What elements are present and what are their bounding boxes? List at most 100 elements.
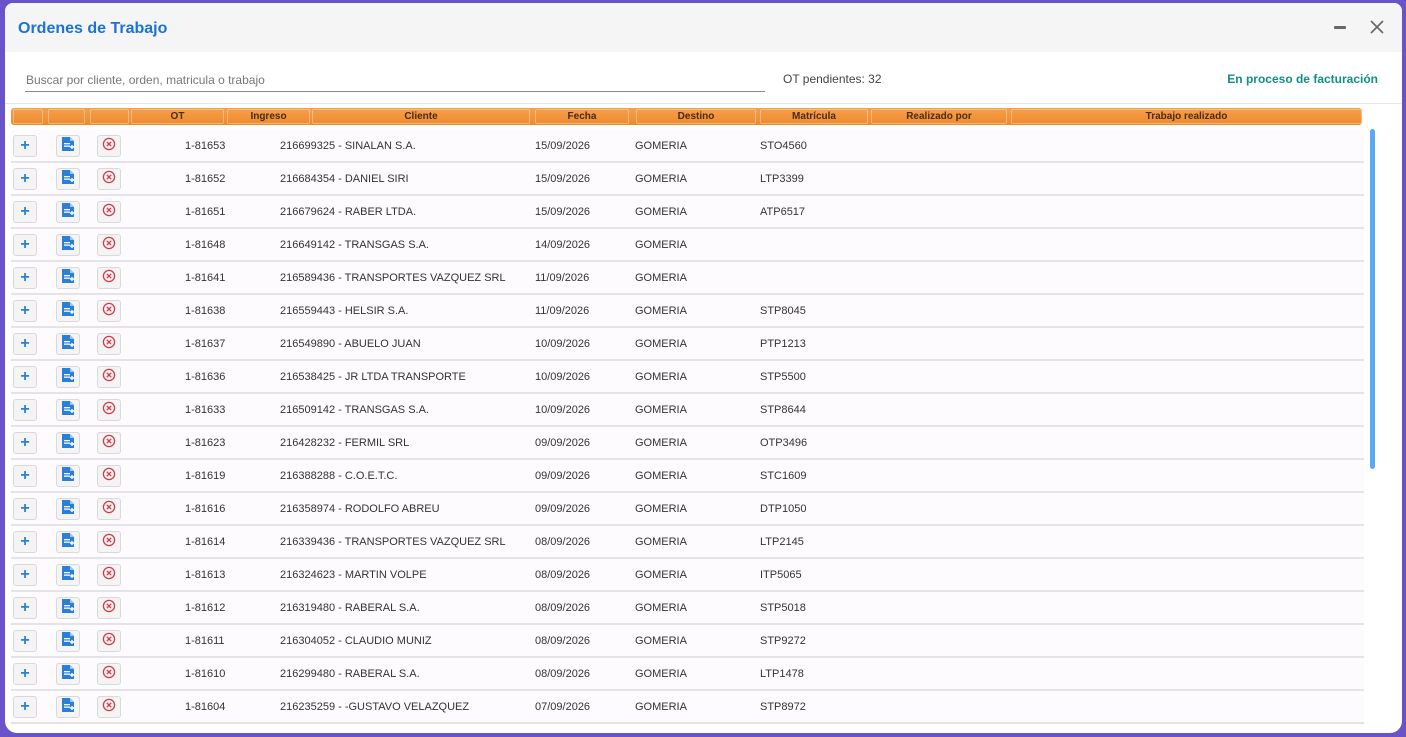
add-button[interactable]: + xyxy=(13,234,37,256)
add-button[interactable]: + xyxy=(13,333,37,355)
column-header-1[interactable] xyxy=(13,109,43,124)
vertical-scrollbar[interactable] xyxy=(1370,129,1375,469)
add-button[interactable]: + xyxy=(13,696,37,718)
table-row[interactable]: +1-81613 216324623 - MARTIN VOLPE 08/09/20… xyxy=(11,559,1364,592)
cell-destino: GOMERIA xyxy=(635,701,687,713)
cancel-button[interactable] xyxy=(97,267,121,289)
column-header-10[interactable]: Realizado por xyxy=(871,109,1007,124)
document-button[interactable] xyxy=(56,201,80,223)
add-button[interactable]: + xyxy=(13,663,37,685)
document-button[interactable] xyxy=(56,333,80,355)
add-button[interactable]: + xyxy=(13,168,37,190)
document-button[interactable] xyxy=(56,531,80,553)
document-button[interactable] xyxy=(56,498,80,520)
close-button[interactable] xyxy=(1367,17,1387,37)
cancel-circle-icon xyxy=(102,236,116,255)
table-row[interactable]: +1-81652 216684354 - DANIEL SIRI 15/09/202… xyxy=(11,163,1364,196)
document-button[interactable] xyxy=(56,465,80,487)
table-row[interactable]: +1-81653 216699325 - SINALAN S.A. 15/09/20… xyxy=(11,130,1364,163)
add-button[interactable]: + xyxy=(13,597,37,619)
table-row[interactable]: +1-81633 216509142 - TRANSGAS S.A. 10/09/2… xyxy=(11,394,1364,427)
cancel-button[interactable] xyxy=(97,333,121,355)
add-button[interactable]: + xyxy=(13,300,37,322)
document-button[interactable] xyxy=(56,399,80,421)
cancel-button[interactable] xyxy=(97,432,121,454)
table-row[interactable]: +1-81623 216428232 - FERMIL SRL 09/09/2026… xyxy=(11,427,1364,460)
cancel-button[interactable] xyxy=(97,201,121,223)
window-title: Ordenes de Trabajo xyxy=(18,20,168,37)
cell-ingreso: 216549890 - ABUELO JUAN xyxy=(280,338,421,350)
cancel-button[interactable] xyxy=(97,234,121,256)
plus-icon: + xyxy=(20,302,30,319)
column-header-6[interactable]: Cliente xyxy=(312,109,530,124)
add-button[interactable]: + xyxy=(13,498,37,520)
add-button[interactable]: + xyxy=(13,630,37,652)
table-row[interactable]: +1-81637 216549890 - ABUELO JUAN 10/09/202… xyxy=(11,328,1364,361)
add-button[interactable]: + xyxy=(13,465,37,487)
document-button[interactable] xyxy=(56,663,80,685)
add-button[interactable]: + xyxy=(13,366,37,388)
cell-destino: GOMERIA xyxy=(635,272,687,284)
table-row[interactable]: +1-81612 216319480 - RABERAL S.A. 08/09/20… xyxy=(11,592,1364,625)
document-button[interactable] xyxy=(56,696,80,718)
column-header-7[interactable]: Fecha xyxy=(535,109,629,124)
cancel-button[interactable] xyxy=(97,300,121,322)
column-header-3[interactable] xyxy=(90,109,129,124)
cancel-button[interactable] xyxy=(97,168,121,190)
billing-process-link[interactable]: En proceso de facturación xyxy=(1227,72,1378,86)
plus-icon: + xyxy=(20,566,30,583)
add-button[interactable]: + xyxy=(13,135,37,157)
add-button[interactable]: + xyxy=(13,267,37,289)
cancel-button[interactable] xyxy=(97,663,121,685)
table-row[interactable]: +1-81604 216235259 - -GUSTAVO VELAZQUEZ 07… xyxy=(11,691,1364,724)
document-button[interactable] xyxy=(56,267,80,289)
table-row[interactable]: +1-81638 216559443 - HELSIR S.A. 11/09/202… xyxy=(11,295,1364,328)
cancel-button[interactable] xyxy=(97,465,121,487)
column-header-4[interactable]: OT xyxy=(131,109,224,124)
add-button[interactable]: + xyxy=(13,432,37,454)
column-header-8[interactable]: Destino xyxy=(636,109,756,124)
table-row[interactable]: +1-81614 216339436 - TRANSPORTES VAZQUEZ … xyxy=(11,526,1364,559)
cancel-button[interactable] xyxy=(97,498,121,520)
cancel-button[interactable] xyxy=(97,696,121,718)
table-row[interactable]: +1-81616 216358974 - RODOLFO ABREU 09/09/2… xyxy=(11,493,1364,526)
cancel-button[interactable] xyxy=(97,399,121,421)
table-row[interactable]: +1-81636 216538425 - JR LTDA TRANSPORTE 10… xyxy=(11,361,1364,394)
document-button[interactable] xyxy=(56,366,80,388)
column-header-2[interactable] xyxy=(48,109,85,124)
table-row[interactable]: +1-81648 216649142 - TRANSGAS S.A. 14/09/2… xyxy=(11,229,1364,262)
table-row[interactable]: +1-81641 216589436 - TRANSPORTES VAZQUEZ … xyxy=(11,262,1364,295)
cancel-button[interactable] xyxy=(97,597,121,619)
document-button[interactable] xyxy=(56,234,80,256)
add-button[interactable]: + xyxy=(13,531,37,553)
cancel-button[interactable] xyxy=(97,564,121,586)
cell-ot: 1-81652 xyxy=(185,173,226,185)
cancel-button[interactable] xyxy=(97,531,121,553)
add-button[interactable]: + xyxy=(13,564,37,586)
document-button[interactable] xyxy=(56,597,80,619)
add-button[interactable]: + xyxy=(13,399,37,421)
column-header-11[interactable]: Trabajo realizado xyxy=(1011,109,1362,124)
cell-fecha: 08/09/2026 xyxy=(535,536,591,548)
add-button[interactable]: + xyxy=(13,201,37,223)
document-button[interactable] xyxy=(56,168,80,190)
cancel-button[interactable] xyxy=(97,135,121,157)
table-row[interactable]: +1-81610 216299480 - RABERAL S.A. 08/09/20… xyxy=(11,658,1364,691)
table-row[interactable]: +1-81619 216388288 - C.O.E.T.C. 09/09/2026… xyxy=(11,460,1364,493)
column-header-5[interactable]: Ingreso xyxy=(227,109,310,124)
cell-ot: 1-81648 xyxy=(185,239,226,251)
search-input[interactable] xyxy=(25,68,765,92)
minimize-button[interactable] xyxy=(1330,17,1350,37)
column-header-9[interactable]: Matrícula xyxy=(760,109,868,124)
document-button[interactable] xyxy=(56,135,80,157)
cancel-button[interactable] xyxy=(97,630,121,652)
document-button[interactable] xyxy=(56,300,80,322)
document-button[interactable] xyxy=(56,630,80,652)
document-button[interactable] xyxy=(56,432,80,454)
cell-ingreso: 216358974 - RODOLFO ABREU xyxy=(280,503,440,515)
cell-ingreso: 216428232 - FERMIL SRL xyxy=(280,437,410,449)
table-row[interactable]: +1-81611 216304052 - CLAUDIO MUNIZ 08/09/2… xyxy=(11,625,1364,658)
cancel-button[interactable] xyxy=(97,366,121,388)
table-row[interactable]: +1-81651 216679624 - RABER LTDA. 15/09/202… xyxy=(11,196,1364,229)
document-button[interactable] xyxy=(56,564,80,586)
